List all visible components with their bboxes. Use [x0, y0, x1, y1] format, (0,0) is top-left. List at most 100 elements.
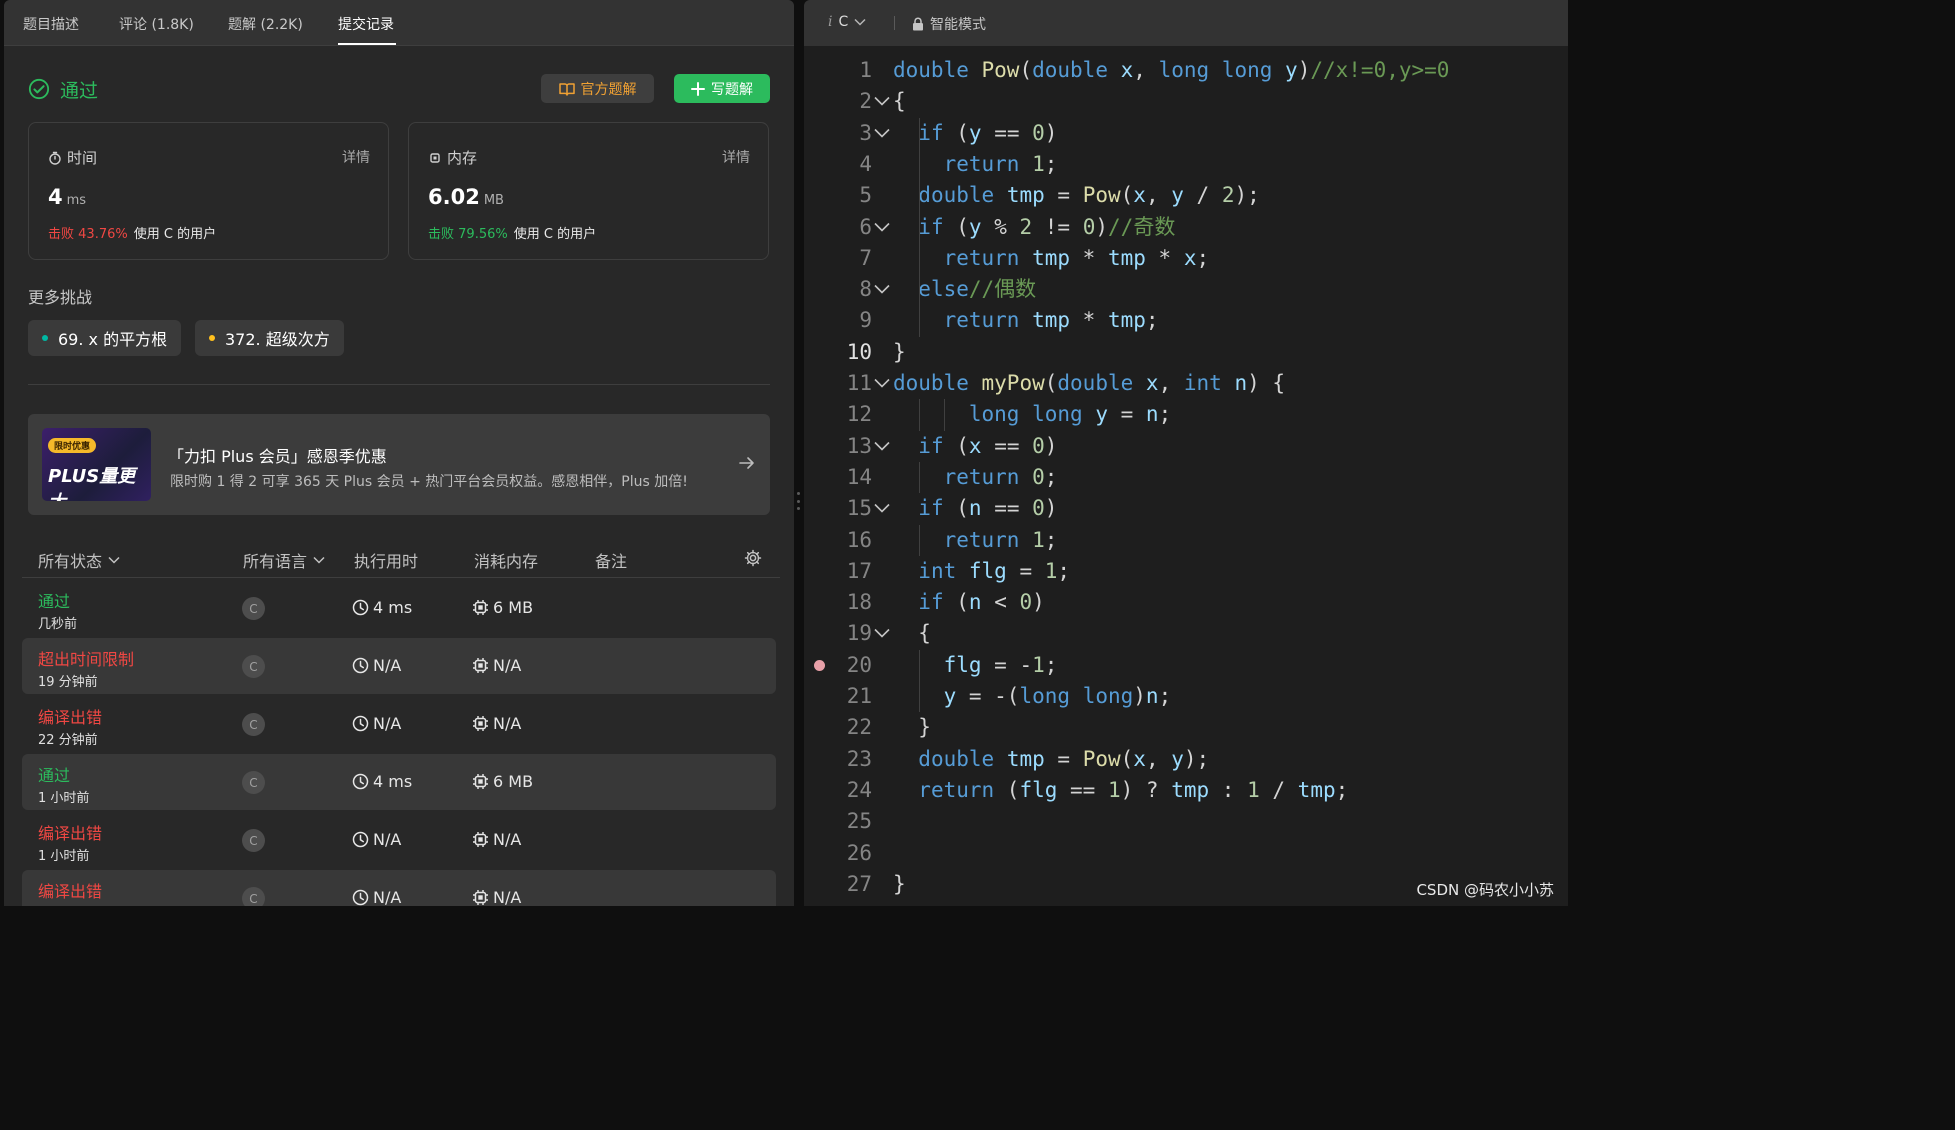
- language-select[interactable]: i C: [828, 14, 866, 30]
- submission-row[interactable]: 超出时间限制 19 分钟前 C N/A N/A: [22, 638, 776, 694]
- submission-memory-value: N/A: [493, 888, 522, 906]
- line-number: 5: [859, 183, 872, 208]
- line-number: 20: [846, 652, 872, 677]
- code-line[interactable]: 25: [804, 806, 1568, 837]
- code-text: }: [893, 339, 906, 364]
- indent-guide: [919, 649, 920, 713]
- code-text: {: [893, 89, 906, 114]
- runtime-label: 时间: [48, 147, 97, 168]
- code-editor-panel: i C 智能模式 1 double Pow(double x, long long…: [804, 0, 1568, 906]
- code-line[interactable]: 18 if (n < 0): [804, 587, 1568, 618]
- submission-status[interactable]: 编译出错: [38, 704, 102, 728]
- language-badge: C: [242, 771, 265, 794]
- language-filter[interactable]: 所有语言: [243, 548, 325, 572]
- code-line[interactable]: 17 int flg = 1;: [804, 556, 1568, 587]
- more-challenges-title: 更多挑战: [28, 288, 93, 307]
- language-badge: C: [242, 887, 265, 906]
- editor-toolbar: i C 智能模式: [804, 0, 1568, 46]
- submission-row[interactable]: 编译出错1 小时前CN/AN/A: [22, 812, 776, 868]
- panel-splitter[interactable]: [794, 0, 804, 906]
- challenge-label: 69. x 的平方根: [58, 330, 168, 349]
- code-line[interactable]: 1 double Pow(double x, long long y)//x!=0…: [804, 55, 1568, 86]
- code-text: return tmp * tmp;: [943, 308, 1159, 333]
- fold-chevron-icon[interactable]: [874, 284, 890, 294]
- fold-chevron-icon[interactable]: [874, 128, 890, 138]
- line-number: 14: [846, 464, 872, 489]
- indent-guide: [919, 399, 920, 431]
- fold-chevron-icon[interactable]: [874, 441, 890, 451]
- code-line[interactable]: 23 double tmp = Pow(x, y);: [804, 744, 1568, 775]
- challenge-chip-sqrt[interactable]: 69. x 的平方根: [28, 320, 182, 356]
- active-tab-indicator: [338, 43, 396, 45]
- tab-description[interactable]: 题目描述: [23, 14, 79, 34]
- toolbar-divider: [894, 16, 895, 30]
- line-number: 25: [846, 809, 872, 834]
- code-line[interactable]: 15 if (n == 0): [804, 493, 1568, 524]
- runtime-detail-link[interactable]: 详情: [342, 147, 370, 167]
- smart-mode-toggle[interactable]: 智能模式: [912, 14, 986, 34]
- tab-comments[interactable]: 评论 (1.8K): [119, 14, 194, 34]
- memory-beats: 击败 79.56% 使用 C 的用户: [428, 223, 596, 242]
- runtime-number: 4: [48, 185, 63, 209]
- submission-time: 22 分钟前: [38, 733, 98, 748]
- chip-icon: [473, 832, 488, 847]
- line-number: 26: [846, 840, 872, 865]
- code-line[interactable]: 19 {: [804, 618, 1568, 649]
- settings-gear-icon[interactable]: [744, 549, 762, 567]
- submission-status[interactable]: 编译出错: [38, 878, 102, 902]
- memory-value: 6.02 MB: [428, 185, 504, 209]
- promo-plus-text: PLUS: [48, 466, 100, 487]
- plus-promo-banner[interactable]: 限时优惠 PLUS量更大 「力扣 Plus 会员」感恩季优惠 限时购 1 得 2…: [28, 414, 770, 515]
- promo-image-text: PLUS量更大: [48, 462, 151, 501]
- code-line[interactable]: 10}: [804, 337, 1568, 368]
- code-line[interactable]: 2{: [804, 86, 1568, 117]
- indent-guide: [919, 524, 920, 556]
- fold-chevron-icon[interactable]: [874, 628, 890, 639]
- tab-solutions[interactable]: 题解 (2.2K): [228, 14, 303, 34]
- breakpoint-marker[interactable]: [814, 659, 825, 671]
- fold-chevron-icon[interactable]: [874, 503, 890, 513]
- code-line[interactable]: 22 }: [804, 712, 1568, 743]
- submission-status[interactable]: 超出时间限制: [38, 646, 134, 670]
- line-number: 16: [846, 527, 872, 552]
- language-badge: C: [242, 655, 265, 678]
- fold-chevron-icon[interactable]: [874, 96, 890, 106]
- code-text: long long y = n;: [968, 402, 1172, 427]
- submission-row[interactable]: 通过 几秒前 C 4 ms 6 MB: [22, 580, 776, 636]
- submission-row[interactable]: 通过 1 小时前 C 4 ms 6 MB: [22, 754, 776, 810]
- memory-users: 使用 C 的用户: [513, 227, 597, 242]
- code-line[interactable]: 24 return (flg == 1) ? tmp : 1 / tmp;: [804, 775, 1568, 806]
- official-solution-button[interactable]: 官方题解: [541, 74, 654, 103]
- fold-chevron-icon[interactable]: [874, 222, 890, 232]
- challenge-chip-super-pow[interactable]: 372. 超级次方: [195, 320, 344, 356]
- line-number: 19: [846, 621, 872, 646]
- submission-runtime-value: 4 ms: [373, 598, 413, 617]
- code-text: double tmp = Pow(x, y);: [918, 746, 1210, 771]
- memory-label-text: 内存: [447, 149, 478, 167]
- submission-status[interactable]: 通过: [38, 762, 70, 786]
- submission-status[interactable]: 通过: [38, 588, 70, 612]
- submission-row[interactable]: 编译出错 22 分钟前 C N/A N/A: [22, 696, 776, 752]
- code-line[interactable]: 11 double myPow(double x, int n) {: [804, 368, 1568, 399]
- code-text: return 1;: [943, 527, 1058, 552]
- memory-detail-link[interactable]: 详情: [722, 147, 750, 167]
- submission-status[interactable]: 编译出错: [38, 820, 102, 844]
- splitter-grip-icon[interactable]: [797, 492, 800, 510]
- notes-column-header: 备注: [595, 552, 628, 571]
- book-icon: [558, 82, 575, 96]
- write-solution-button[interactable]: 写题解: [674, 74, 770, 103]
- code-line[interactable]: 26: [804, 838, 1568, 869]
- status-filter[interactable]: 所有状态: [38, 548, 120, 572]
- code-text: if (y % 2 != 0)//奇数: [918, 214, 1176, 239]
- code-text: int flg = 1;: [918, 558, 1071, 583]
- submission-row[interactable]: 编译出错1 小时前CN/AN/A: [22, 870, 776, 906]
- fold-chevron-icon[interactable]: [874, 378, 890, 388]
- submission-memory-value: N/A: [493, 830, 522, 849]
- indent-guide: [919, 117, 920, 337]
- chip-icon: [430, 152, 440, 163]
- line-number: 8: [859, 277, 872, 302]
- tab-submissions[interactable]: 提交记录: [338, 14, 394, 34]
- code-line[interactable]: 13 if (x == 0): [804, 431, 1568, 462]
- language-filter-label: 所有语言: [243, 552, 308, 571]
- chevron-down-icon: [854, 18, 866, 26]
